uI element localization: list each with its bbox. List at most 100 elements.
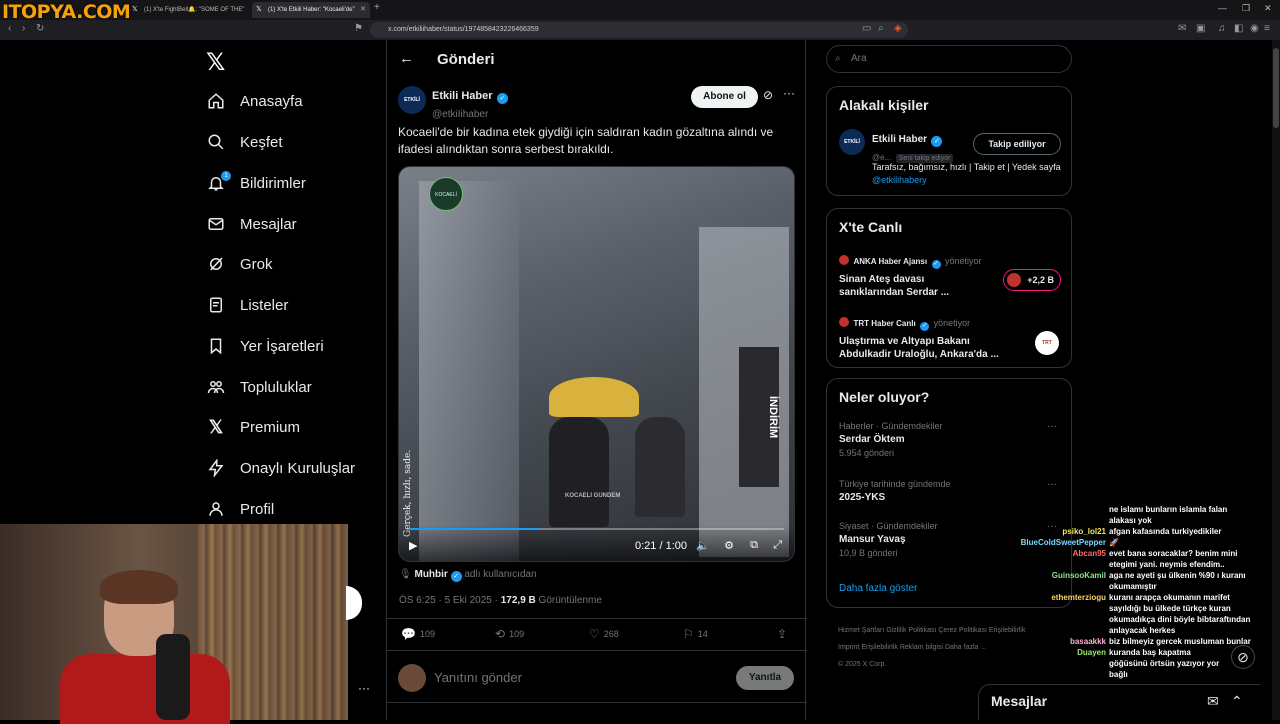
reply-button[interactable]: 💬 109 <box>401 627 435 641</box>
sidebar-item-home[interactable]: Anasayfa <box>205 86 303 116</box>
vpn-icon[interactable]: ◉ <box>1250 23 1259 34</box>
live-hosting: yönetiyor <box>933 318 971 328</box>
author-avatar[interactable]: ETKİLİ <box>398 86 426 114</box>
media-icon[interactable]: ♫ <box>1218 23 1226 34</box>
related-avatar[interactable]: ETKİLİ <box>839 129 865 155</box>
forward-icon[interactable]: › <box>22 23 25 34</box>
chat-username[interactable]: psiko_lol21 <box>1062 526 1106 537</box>
sidebar-icon[interactable]: ▣ <box>1196 23 1205 34</box>
trend-item[interactable]: Siyaset · Gündemdekiler Mansur Yavaş 10,… <box>839 521 938 558</box>
live-item[interactable]: ANKA Haber Ajansı ✓ yönetiyor Sinan Ateş… <box>839 251 1065 299</box>
menu-icon[interactable]: ≡ <box>1264 23 1270 34</box>
bookmark-button[interactable]: ⚐ 14 <box>683 627 708 641</box>
related-name[interactable]: Etkili Haber <box>872 134 927 145</box>
new-tab-button[interactable]: + <box>374 2 380 13</box>
cast-icon[interactable]: ▭ <box>862 23 871 34</box>
sidebar-item-premium[interactable]: 𝕏 Premium <box>205 412 300 442</box>
zoom-icon[interactable]: ⌕ <box>878 23 884 34</box>
share-button[interactable]: ⇪ <box>777 627 787 641</box>
bookmark-page-icon[interactable]: ⚑ <box>354 23 363 34</box>
author-handle[interactable]: @etkiIihaber <box>432 109 488 120</box>
video-progress-track[interactable] <box>409 528 784 530</box>
split-view-icon[interactable]: ◧ <box>1234 23 1243 34</box>
video-player[interactable]: İNDİRİM KOCAELİ KOCAELİ GÜNDEM Gerçek, h… <box>398 166 795 562</box>
show-more-link[interactable]: Daha fazla göster <box>839 583 917 594</box>
chat-username[interactable]: Abcan95 <box>1073 548 1106 559</box>
sidebar-item-verified-orgs[interactable]: Onaylı Kuruluşlar <box>205 453 355 483</box>
view-count-label: Görüntülenme <box>538 595 602 606</box>
close-window-icon[interactable]: ✕ <box>1264 3 1272 14</box>
sidebar-item-messages[interactable]: Mesajlar <box>205 209 297 239</box>
live-host: TRT Haber Canlı <box>853 319 916 328</box>
scrollbar-thumb[interactable] <box>1273 48 1279 128</box>
play-icon[interactable]: ▶ <box>409 539 417 552</box>
view-count: 172,9 B <box>500 595 536 606</box>
sidebar-item-lists[interactable]: Listeler <box>205 290 288 320</box>
following-button[interactable]: Takip ediliyor <box>973 133 1061 155</box>
fullscreen-icon[interactable]: ⤢ <box>773 539 782 552</box>
messages-drawer[interactable]: Mesajlar ✉ ⌃ ⊘ <box>978 645 1260 720</box>
video-time: 0:21 / 1:00 <box>635 540 687 552</box>
trend-item[interactable]: Türkiye tarihinde gündemde 2025-YKS <box>839 479 951 503</box>
more-icon[interactable]: ··· <box>358 681 370 695</box>
page-title: Gönderi <box>437 51 495 68</box>
chat-username[interactable]: basaakkk <box>1070 636 1106 647</box>
settings-icon[interactable]: ⚙ <box>724 539 734 552</box>
grok-icon[interactable]: ⊘ <box>763 88 773 102</box>
post-timestamp[interactable]: ÖS 6:25 · 5 Eki 2025 · <box>399 595 498 606</box>
chat-message: göğüsünü örtsün yazıyor yor <box>1109 659 1220 668</box>
reply-submit-button[interactable]: Yanıtla <box>736 666 794 690</box>
sidebar-item-explore[interactable]: Keşfet <box>205 127 283 157</box>
chat-line: bağlı <box>1000 669 1280 680</box>
chat-username[interactable]: BlueColdSweetPepper <box>1021 537 1106 548</box>
tab-fightbell[interactable]: 𝕏 (1) X'te FightBell🔔: "SOME OF THE" <box>128 2 246 18</box>
subscribe-button[interactable]: Abone ol <box>691 86 758 108</box>
chat-username[interactable]: GuinsooKamil <box>1052 570 1106 581</box>
source-line: 🎙 Muhbir ✓ adlı kullanıcıdan <box>399 569 537 582</box>
trend-title: 2025-YKS <box>839 492 886 503</box>
grok-icon[interactable]: ⊘ <box>1231 645 1255 669</box>
webcam-person-body <box>60 654 230 724</box>
chat-username[interactable]: Duayen <box>1077 647 1106 658</box>
x-logo[interactable]: 𝕏 <box>206 48 225 76</box>
author-name[interactable]: Etkili Haber <box>432 90 493 102</box>
sidebar-item-profile[interactable]: Profil <box>205 494 274 524</box>
volume-icon[interactable]: 🔈 <box>696 539 710 552</box>
main-column: ← Gönderi ETKİLİ Etkili Haber ✓ @etkiIih… <box>386 40 807 720</box>
pip-icon[interactable]: ⧉ <box>750 539 758 552</box>
back-icon[interactable]: ‹ <box>8 23 11 34</box>
chat-username[interactable]: ethemterziogu <box>1051 592 1106 603</box>
tab-etkili-haber[interactable]: 𝕏 (1) X'te Etkili Haber: "Kocaeli'de" ✕ <box>252 2 370 18</box>
sidebar-item-grok[interactable]: Grok <box>205 249 273 279</box>
repost-button[interactable]: ⟲ 109 <box>495 627 524 641</box>
more-options-icon[interactable]: ··· <box>1047 479 1057 490</box>
more-options-icon[interactable]: ··· <box>783 86 795 100</box>
list-icon <box>205 294 227 316</box>
sidebar-item-bookmarks[interactable]: Yer İşaretleri <box>205 331 324 361</box>
like-button[interactable]: ♡ 268 <box>589 627 619 641</box>
more-options-icon[interactable]: ··· <box>1047 421 1057 432</box>
reload-icon[interactable]: ↻ <box>36 23 44 34</box>
close-icon[interactable]: ✕ <box>360 2 366 18</box>
extensions-icon[interactable]: ✉ <box>1178 23 1186 34</box>
scrollbar[interactable] <box>1272 40 1280 720</box>
sidebar-item-notifications[interactable]: 1 Bildirimler <box>205 168 306 198</box>
chat-message: aga ne ayeti şu ülkenin %90 ı kuranı <box>1109 571 1246 580</box>
back-arrow-icon[interactable]: ← <box>399 50 414 67</box>
brave-shield-icon[interactable]: ◈ <box>894 23 902 34</box>
new-message-icon[interactable]: ✉ <box>1207 693 1219 710</box>
sidebar-item-communities[interactable]: Topluluklar <box>205 372 312 402</box>
maximize-icon[interactable]: ❐ <box>1242 3 1250 14</box>
verified-icon: ✓ <box>450 571 462 582</box>
webcam-microphone <box>156 634 190 720</box>
reply-input[interactable]: Yanıtını gönder <box>434 670 522 685</box>
live-item[interactable]: TRT Haber Canlı ✓ yönetiyor Ulaştırma ve… <box>839 313 1065 361</box>
address-bar[interactable]: x.com/etkiliihaber/status/19748584232264… <box>370 22 908 38</box>
chevron-up-icon[interactable]: ⌃ <box>1231 693 1243 710</box>
bio-link[interactable]: @etkilihabery <box>872 175 927 185</box>
source-name[interactable]: Muhbir <box>414 569 447 580</box>
trend-item[interactable]: Haberler · Gündemdekiler Serdar Öktem 5.… <box>839 421 943 458</box>
minimize-icon[interactable]: — <box>1218 3 1227 13</box>
search-input[interactable]: ⌕ Ara <box>826 45 1072 73</box>
chat-message: okumamıştır <box>1109 582 1157 591</box>
